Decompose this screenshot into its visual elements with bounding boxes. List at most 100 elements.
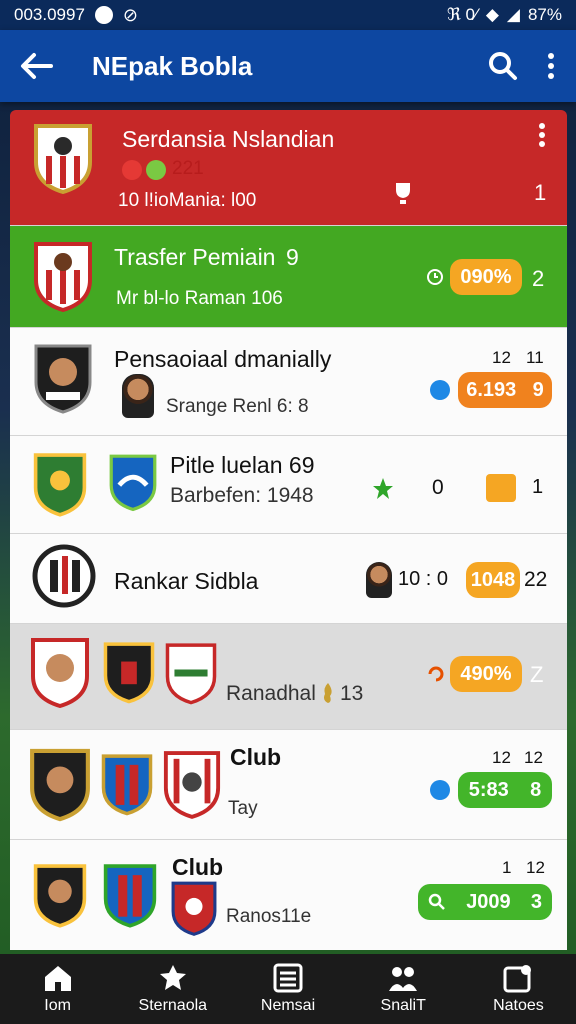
back-arrow-icon	[21, 53, 53, 79]
club-crest-icon	[102, 856, 158, 934]
row-title: Serdansia Nslandian	[122, 126, 335, 152]
row-top-number: 12	[492, 348, 511, 367]
list-item[interactable]: Pitle luelan 69 Barbefen: 1948 0 1	[10, 436, 567, 534]
list-item[interactable]: Ranadhal 13 490% Z	[10, 624, 567, 730]
row-top-number: 12	[492, 748, 511, 767]
back-button[interactable]	[0, 30, 72, 102]
row-title: Rankar Sidbla	[114, 568, 259, 594]
cell-icon: ◢	[506, 5, 520, 24]
score-pill[interactable]: 5:83 8	[458, 772, 552, 808]
club-crest-icon	[100, 744, 154, 824]
app-bar: NEpak Bobla	[0, 30, 576, 102]
row-title: Pensaoiaal dmanially	[114, 346, 332, 372]
row-title-count: 9	[286, 244, 299, 270]
row-title: Club	[230, 744, 282, 770]
list-item[interactable]: Club Tay 12 12 5:83 8	[10, 730, 567, 840]
score-pill-value: 5:83	[468, 778, 509, 801]
status-time: 003.0997	[14, 5, 85, 24]
score-value: 0	[432, 476, 444, 499]
row-title: Club	[172, 854, 224, 880]
club-crest-icon	[32, 544, 96, 608]
list-item[interactable]: Club Ranos11e 1 12 J009 3	[10, 840, 567, 950]
nav-label: Nemsai	[260, 997, 316, 1014]
wifi-icon: ◆	[485, 5, 499, 24]
nav-label: Sternaola	[138, 997, 208, 1014]
row-top-number: 11	[526, 348, 544, 367]
row-subtitle: Srange Renl 6: 8	[166, 396, 309, 417]
flame-icon	[324, 683, 332, 703]
row-subtitle: Ranos11e	[226, 906, 312, 927]
notification-icon: ⊘	[122, 4, 138, 25]
player-avatar	[122, 374, 154, 418]
notes-icon	[503, 965, 532, 993]
nav-label: Natoes	[493, 997, 544, 1014]
info-icon	[430, 380, 450, 400]
list-icon	[273, 963, 303, 993]
row-top-number: 12	[524, 748, 543, 767]
list-item[interactable]: Serdansia Nslandian 221 10 l!ioMania: l0…	[10, 110, 567, 226]
score-pill-number: 8	[530, 778, 542, 801]
page-title: NEpak Bobla	[92, 50, 253, 81]
row-subtitle: Mr bl-lo Raman 106	[116, 288, 283, 309]
badge-icon	[146, 160, 166, 180]
list-item[interactable]: Trasfer Pemiain 9 Mr bl-lo Raman 106 090…	[10, 226, 567, 328]
score-pill-value: J009	[466, 890, 511, 913]
list-item[interactable]: Rankar Sidbla 10 : 0 1048 22	[10, 534, 567, 624]
clock-icon	[427, 269, 443, 285]
row-subtitle: 10 l!ioMania: l00	[118, 190, 257, 211]
more-options-icon[interactable]	[538, 122, 546, 148]
row-title: Pitle luelan 69	[170, 452, 315, 478]
nav-home[interactable]: Iom	[0, 954, 115, 1024]
row-number: 22	[524, 568, 548, 591]
club-crest-icon	[108, 450, 158, 514]
row-title: Trasfer Pemiain	[114, 244, 276, 270]
list-item[interactable]: Pensaoiaal dmanially Srange Renl 6: 8 12…	[10, 328, 567, 436]
club-crest-icon	[28, 744, 92, 824]
bottom-navigation: Iom Sternaola Nemsai SnaliT Natoes	[0, 954, 576, 1024]
row-badge-text: 221	[172, 158, 204, 179]
leaf-icon	[159, 965, 186, 990]
score-pill-number: 3	[530, 890, 542, 913]
club-crest-icon	[32, 122, 94, 194]
score-pill[interactable]: J009 3	[418, 884, 552, 920]
stat-pill[interactable]: 1048	[466, 562, 520, 598]
trophy-icon	[396, 183, 410, 204]
nav-label: Iom	[44, 997, 71, 1014]
row-number: Z	[530, 662, 544, 687]
club-crest-icon	[28, 636, 92, 708]
refresh-icon	[428, 666, 444, 682]
player-avatar	[366, 562, 392, 598]
people-icon	[389, 967, 418, 991]
score-pill-value: 6.193	[466, 378, 517, 401]
club-crest-icon	[32, 856, 88, 934]
row-subtitle-number: 13	[340, 682, 364, 705]
percent-pill[interactable]: 090%	[450, 259, 522, 295]
info-icon	[430, 780, 450, 800]
search-icon[interactable]	[488, 51, 518, 81]
row-subtitle: Barbefen: 1948	[170, 484, 314, 507]
nav-standings[interactable]: Sternaola	[115, 954, 230, 1024]
score-pill-number: 9	[532, 378, 544, 401]
row-number: 1	[532, 476, 544, 498]
nav-social[interactable]: SnaliT	[346, 954, 461, 1024]
nav-label: SnaliT	[380, 997, 426, 1014]
row-subtitle: Tay	[228, 798, 258, 819]
club-crest-icon	[170, 880, 218, 936]
more-options-icon[interactable]	[546, 51, 556, 81]
club-crest-icon	[102, 636, 156, 708]
score-pill[interactable]: 6.193 9	[458, 372, 552, 408]
signal-icon: ℜ 0⁄	[446, 5, 478, 24]
row-number: 2	[532, 266, 545, 291]
row-top-number: 12	[526, 858, 545, 877]
club-crest-icon	[162, 744, 222, 824]
home-icon	[44, 966, 71, 991]
percent-pill[interactable]: 490%	[450, 656, 522, 692]
club-crest-icon	[32, 240, 94, 312]
nav-notes[interactable]: Natoes	[461, 954, 576, 1024]
score-value: 10 : 0	[398, 568, 449, 590]
stat-icon	[486, 474, 516, 502]
nav-news[interactable]: Nemsai	[230, 954, 345, 1024]
search-icon	[428, 893, 445, 910]
player-icon	[373, 478, 393, 499]
row-top-number: 1	[502, 858, 512, 877]
